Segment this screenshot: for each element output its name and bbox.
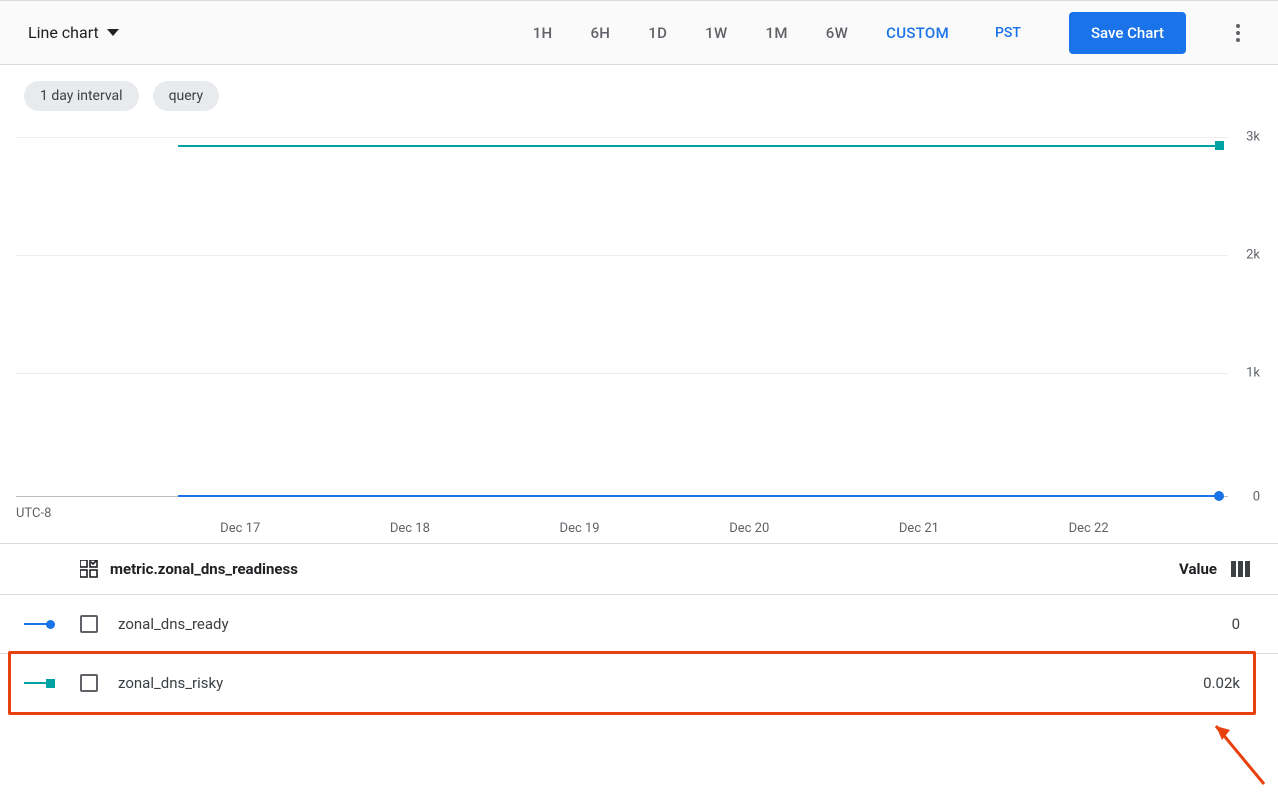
legend-header: metric.zonal_dns_readiness Value	[0, 543, 1278, 595]
save-chart-button[interactable]: Save Chart	[1069, 12, 1186, 54]
metrics-explorer: Line chart 1H 6H 1D 1W 1M 6W CUSTOM PST …	[0, 0, 1278, 794]
series-checkbox[interactable]	[80, 615, 98, 633]
toolbar: Line chart 1H 6H 1D 1W 1M 6W CUSTOM PST …	[0, 1, 1278, 65]
series-checkbox[interactable]	[80, 674, 98, 692]
series-end-marker-ready	[1214, 491, 1224, 501]
range-1m[interactable]: 1M	[756, 16, 798, 50]
series-symbol	[22, 682, 56, 684]
annotation-arrow-icon	[1204, 712, 1274, 792]
series-line-ready	[178, 495, 1218, 497]
chart-type-selector[interactable]: Line chart	[28, 23, 125, 42]
series-name: zonal_dns_risky	[118, 674, 223, 692]
x-tick: Dec 22	[1069, 521, 1109, 536]
value-column-header: Value	[1179, 560, 1217, 578]
x-tick: Dec 19	[560, 521, 600, 536]
legend-row-risky[interactable]: zonal_dns_risky 0.02k	[0, 654, 1278, 712]
range-1h[interactable]: 1H	[523, 16, 563, 50]
chips-row: 1 day interval query	[0, 65, 1278, 127]
series-name: zonal_dns_ready	[118, 615, 229, 633]
range-6w[interactable]: 6W	[816, 16, 858, 50]
series-symbol	[22, 623, 56, 625]
range-6h[interactable]: 6H	[580, 16, 620, 50]
y-tick: 0	[1253, 490, 1260, 505]
timezone-axis-label: UTC-8	[16, 506, 51, 521]
y-tick: 2k	[1246, 248, 1260, 263]
range-custom[interactable]: CUSTOM	[876, 16, 959, 50]
chart-type-label: Line chart	[28, 23, 99, 42]
metric-group-label: metric.zonal_dns_readiness	[110, 560, 298, 578]
legend-row-ready[interactable]: zonal_dns_ready 0	[0, 595, 1278, 654]
gridline	[16, 373, 1228, 374]
gridline	[16, 255, 1228, 256]
chip-query[interactable]: query	[153, 81, 220, 111]
y-tick: 3k	[1246, 130, 1260, 145]
x-tick: Dec 20	[729, 521, 769, 536]
timezone-selector[interactable]: PST	[977, 25, 1039, 41]
caret-down-icon	[107, 29, 119, 36]
x-tick: Dec 18	[390, 521, 430, 536]
time-range-group: 1H 6H 1D 1W 1M 6W CUSTOM PST Save Chart	[523, 12, 1258, 54]
columns-icon[interactable]	[1231, 561, 1250, 577]
series-line-risky	[178, 145, 1218, 147]
series-value: 0	[1232, 615, 1244, 633]
x-tick: Dec 21	[899, 521, 939, 536]
y-tick: 1k	[1246, 366, 1260, 381]
chart-area: 3k 2k 1k 0 UTC-8 Dec 17 Dec 18 Dec 19 De…	[16, 127, 1254, 515]
x-tick: Dec 17	[220, 521, 260, 536]
range-1w[interactable]: 1W	[695, 16, 737, 50]
gridline	[16, 137, 1228, 138]
breakdown-icon	[80, 560, 98, 578]
series-end-marker-risky	[1215, 141, 1224, 150]
range-1d[interactable]: 1D	[638, 16, 677, 50]
series-value: 0.02k	[1203, 674, 1244, 692]
chip-interval[interactable]: 1 day interval	[24, 81, 139, 111]
more-options-icon[interactable]	[1218, 13, 1258, 53]
